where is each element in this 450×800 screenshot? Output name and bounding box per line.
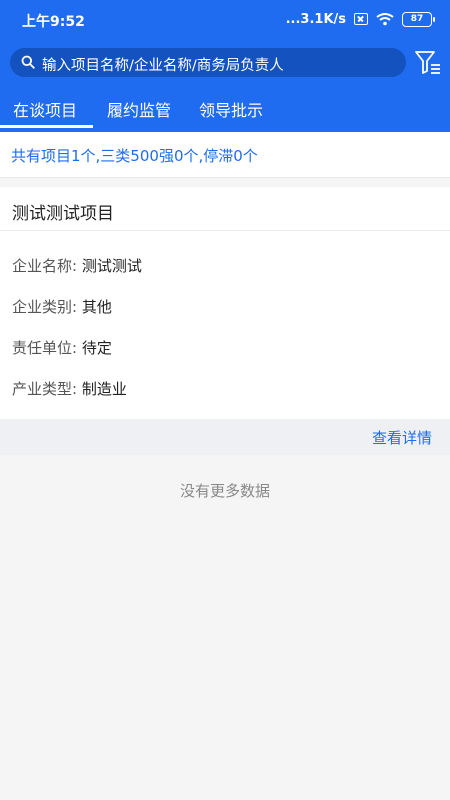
card-footer: 查看详情 — [0, 419, 450, 455]
search-input[interactable]: 输入项目名称/企业名称/商务局负责人 — [10, 48, 406, 77]
field-value: 其他 — [81, 298, 112, 316]
filter-list-icon[interactable] — [414, 50, 442, 75]
field-label: 企业类别: — [12, 298, 78, 316]
search-placeholder: 输入项目名称/企业名称/商务局负责人 — [42, 58, 284, 74]
tab-in-negotiation[interactable]: 在谈项目 — [13, 97, 77, 121]
status-icons: ...3.1K/s 87 — [285, 10, 435, 28]
field-industry-type: 产业类型: 制造业 — [12, 378, 127, 399]
field-value: 待定 — [81, 339, 112, 357]
tab-leader-instructions[interactable]: 领导批示 — [199, 97, 263, 121]
no-sim-icon — [354, 13, 368, 25]
field-label: 企业名称: — [12, 257, 78, 275]
field-responsible-unit: 责任单位: 待定 — [12, 337, 112, 358]
project-title: 测试测试项目 — [12, 204, 114, 224]
view-details-link[interactable]: 查看详情 — [372, 427, 432, 448]
card-divider — [0, 230, 450, 231]
no-more-data-text: 没有更多数据 — [179, 482, 270, 500]
field-value: 测试测试 — [81, 257, 142, 275]
tab-bar: 在谈项目 履约监管 领导批示 — [0, 85, 450, 132]
summary-bar: 共有项目1个,三类500强0个,停滞0个 — [0, 132, 450, 178]
battery-icon: 87 — [402, 11, 435, 27]
wifi-icon — [376, 13, 394, 26]
status-bar: 上午9:52 ...3.1K/s 87 — [0, 0, 450, 40]
field-company-name: 企业名称: 测试测试 — [12, 255, 142, 276]
field-value: 制造业 — [81, 380, 127, 398]
summary-text: 共有项目1个,三类500强0个,停滞0个 — [11, 147, 258, 165]
project-card[interactable]: 测试测试项目 企业名称: 测试测试 企业类别: 其他 责任单位: 待定 产业类型… — [0, 187, 450, 419]
field-company-category: 企业类别: 其他 — [12, 296, 112, 317]
field-label: 产业类型: — [12, 380, 78, 398]
active-tab-indicator — [0, 125, 93, 128]
status-time: 上午9:52 — [22, 14, 85, 30]
tab-performance-supervision[interactable]: 履约监管 — [107, 97, 171, 121]
network-speed: ...3.1K/s — [285, 11, 346, 27]
field-label: 责任单位: — [12, 339, 78, 357]
search-area: 输入项目名称/企业名称/商务局负责人 — [0, 40, 450, 85]
search-icon — [21, 55, 35, 69]
